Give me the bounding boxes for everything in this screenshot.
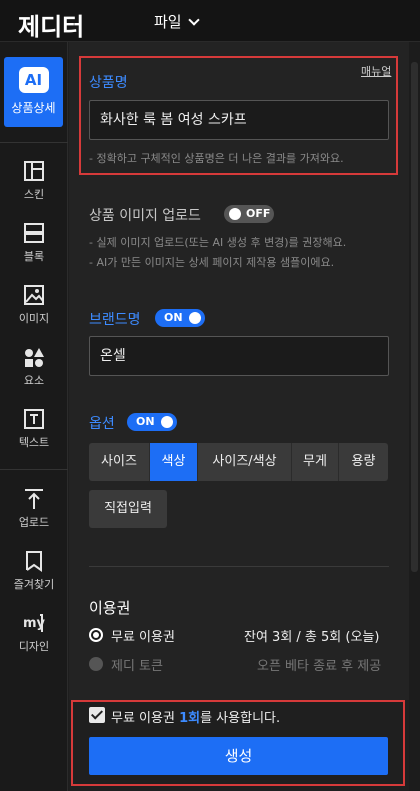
zedi-token-label: 제디 토큰 xyxy=(111,659,163,674)
product-image-hint-1: - 실제 이미지 업로드(또는 AI 생성 후 변경)를 권장해요. xyxy=(89,236,347,249)
sidebar-divider xyxy=(0,142,68,143)
text-icon xyxy=(23,408,45,430)
use-pass-suffix: 를 사용합니다. xyxy=(200,711,281,726)
file-menu[interactable]: 파일 xyxy=(154,11,200,32)
scrollbar-thumb[interactable] xyxy=(411,62,418,572)
upload-icon xyxy=(23,488,45,510)
brand-toggle[interactable]: ON xyxy=(155,309,205,327)
sidebar-item-label: 디자인 xyxy=(18,640,50,653)
sidebar-item-ai-detail[interactable]: AI 상품상세 xyxy=(4,57,63,127)
app-logo[interactable]: 제디터 xyxy=(18,7,84,42)
shapes-icon xyxy=(23,346,45,368)
sidebar-item-label: 업로드 xyxy=(18,516,50,529)
toggle-knob xyxy=(229,208,241,220)
brand-input[interactable]: 온셀 xyxy=(89,336,389,376)
scrollbar[interactable] xyxy=(409,42,420,791)
product-name-input[interactable]: 화사한 룩 봄 여성 스카프 xyxy=(89,100,389,140)
option-size-color-button[interactable]: 사이즈/색상 xyxy=(198,443,292,481)
option-volume-button[interactable]: 용량 xyxy=(339,443,388,481)
product-image-toggle[interactable]: OFF xyxy=(224,205,274,223)
toggle-state: ON xyxy=(136,415,155,428)
option-color-button[interactable]: 색상 xyxy=(150,443,198,481)
top-bar: 제디터 파일 xyxy=(0,0,420,42)
option-size-button[interactable]: 사이즈 xyxy=(89,443,150,481)
sidebar-item-text[interactable]: 텍스트 xyxy=(0,408,68,450)
use-pass-checkbox[interactable] xyxy=(89,707,105,723)
sidebar-divider xyxy=(0,469,68,470)
section-divider xyxy=(89,566,389,567)
sidebar-item-favorites[interactable]: 즐겨찾기 xyxy=(0,550,68,592)
direct-input-button[interactable]: 직접입력 xyxy=(89,490,167,528)
sidebar-item-label: 상품상세 xyxy=(11,101,56,115)
manual-link[interactable]: 매뉴얼 xyxy=(361,63,391,79)
sidebar-item-skin[interactable]: 스킨 xyxy=(0,160,68,202)
use-pass-text: 무료 이용권 1회를 사용합니다. xyxy=(111,707,280,726)
product-image-label: 상품 이미지 업로드 xyxy=(89,208,201,224)
product-name-hint: - 정확하고 구체적인 상품명은 더 나은 결과를 가져와요. xyxy=(89,152,344,165)
ai-icon: AI xyxy=(18,67,49,93)
block-icon xyxy=(23,222,45,244)
chevron-down-icon xyxy=(187,13,200,26)
file-menu-label: 파일 xyxy=(154,13,182,31)
use-pass-count: 1회 xyxy=(179,711,201,726)
sidebar-item-my-design[interactable]: my 디자인 xyxy=(0,612,68,654)
sidebar-item-label: 요소 xyxy=(23,374,45,387)
options-label: 옵션 xyxy=(89,416,115,432)
toggle-state: OFF xyxy=(246,207,271,220)
sidebar-item-upload[interactable]: 업로드 xyxy=(0,488,68,530)
product-name-label: 상품명 xyxy=(89,75,128,91)
sidebar-item-label: 블록 xyxy=(23,250,45,263)
sidebar-item-label: 텍스트 xyxy=(18,436,50,449)
options-toggle[interactable]: ON xyxy=(127,413,177,431)
image-icon xyxy=(23,284,45,306)
sidebar-item-label: 즐겨찾기 xyxy=(13,578,55,591)
free-pass-label[interactable]: 무료 이용권 xyxy=(111,626,175,645)
usage-title: 이용권 xyxy=(89,599,131,617)
product-image-hint-2: - AI가 만든 이미지는 상세 페이지 제작용 샘플이에요. xyxy=(89,256,335,269)
my-design-icon: my xyxy=(23,612,46,634)
use-pass-prefix: 무료 이용권 xyxy=(111,711,180,726)
free-pass-radio[interactable] xyxy=(89,628,103,642)
sidebar-item-label: 이미지 xyxy=(18,312,50,325)
zedi-token-note: 오픈 베타 종료 후 제공 xyxy=(257,659,382,674)
toggle-knob xyxy=(161,416,173,428)
layout-icon xyxy=(23,160,45,182)
sidebar-item-block[interactable]: 블록 xyxy=(0,222,68,264)
sidebar-item-elements[interactable]: 요소 xyxy=(0,346,68,388)
toggle-state: ON xyxy=(164,311,183,324)
brand-label: 브랜드명 xyxy=(89,312,141,328)
bookmark-icon xyxy=(23,550,45,572)
sidebar-item-image[interactable]: 이미지 xyxy=(0,284,68,326)
generate-button[interactable]: 생성 xyxy=(89,737,388,775)
free-pass-remaining: 잔여 3회 / 총 5회 (오늘) xyxy=(244,630,380,645)
option-weight-button[interactable]: 무게 xyxy=(292,443,339,481)
sidebar: AI 상품상세 스킨 블록 이미지 요소 텍스트 업로드 즐겨찾기 my 디자인 xyxy=(0,42,68,791)
sidebar-item-label: 스킨 xyxy=(23,188,45,201)
toggle-knob xyxy=(189,312,201,324)
zedi-token-radio[interactable] xyxy=(89,657,103,671)
